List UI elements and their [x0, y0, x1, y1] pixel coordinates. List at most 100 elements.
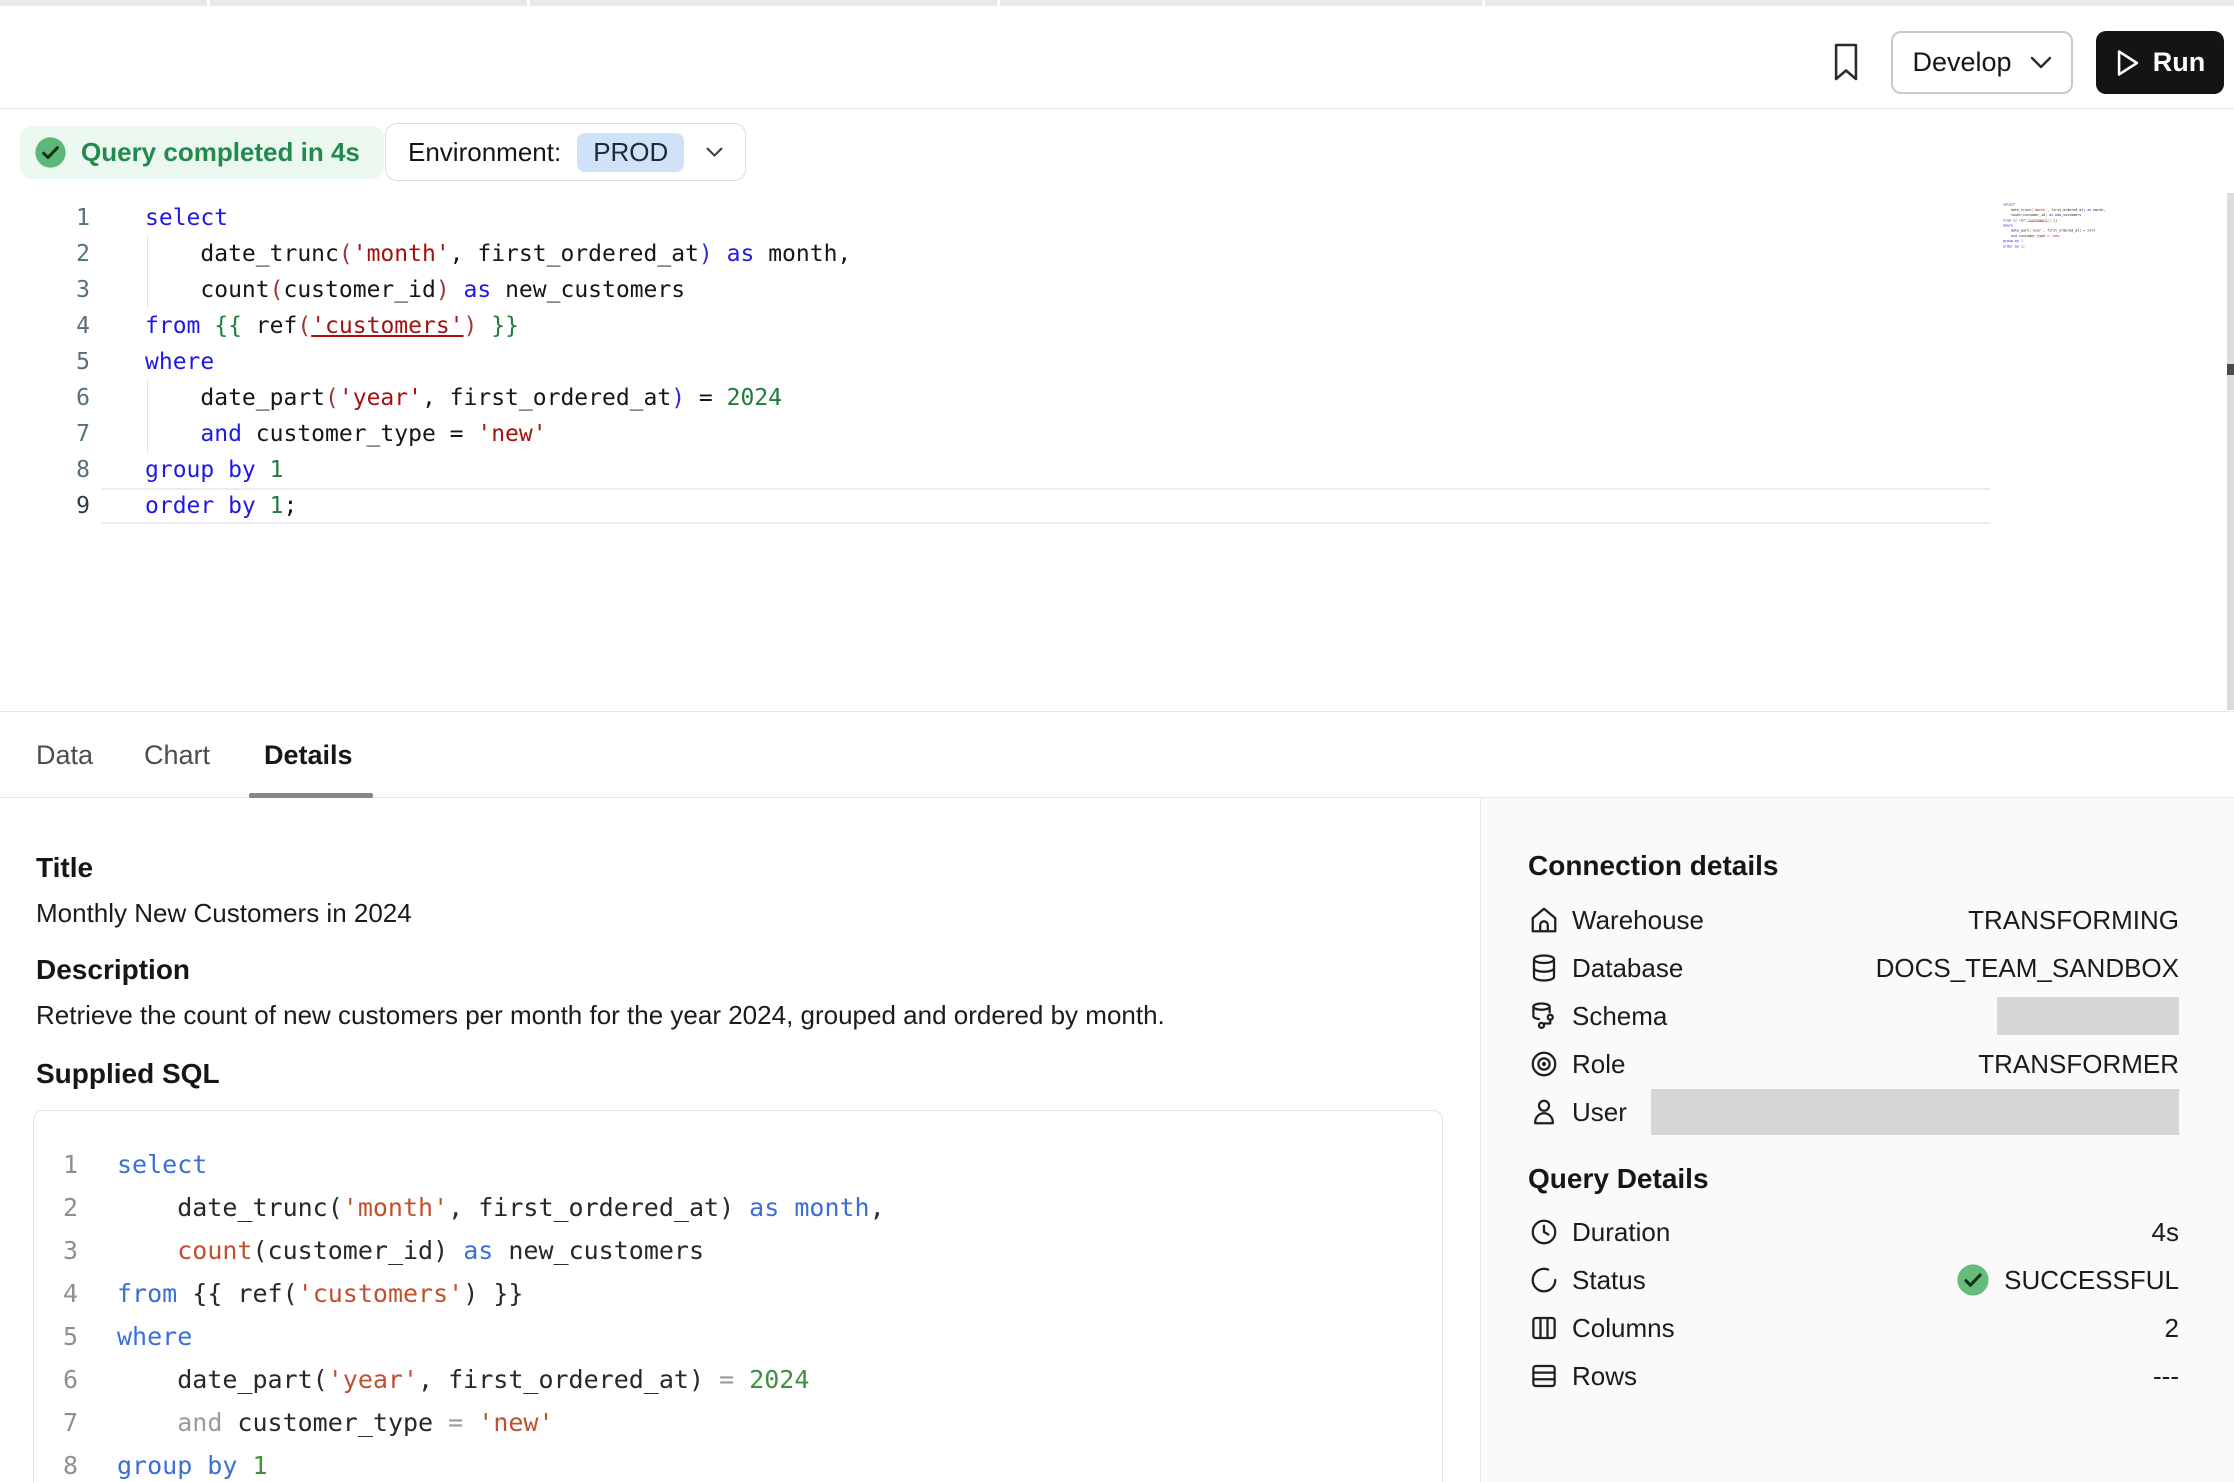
query-details-heading: Query Details: [1528, 1163, 1709, 1195]
environment-selector[interactable]: Environment: PROD: [385, 123, 746, 181]
tab-details[interactable]: Details: [264, 712, 353, 798]
connection-details-heading: Connection details: [1528, 850, 1778, 882]
status-row: Status SUCCESSFUL: [1528, 1256, 2179, 1304]
code-token: 'customers': [298, 1279, 464, 1308]
code-token: ) }}: [463, 1279, 523, 1308]
code-token: (: [325, 385, 339, 411]
schema-label: Schema: [1572, 1001, 1667, 1032]
code-token: ): [699, 241, 713, 267]
active-line-highlight: [102, 488, 1990, 524]
rows-label: Rows: [1572, 1361, 1637, 1392]
code-token: as: [749, 1193, 779, 1222]
code-line: 7 and customer_type = 'new': [34, 1401, 1442, 1444]
code-token: =: [448, 1408, 463, 1437]
code-token: [117, 1408, 177, 1437]
code-token: order by: [2003, 244, 2019, 248]
code-token: count: [2003, 213, 2021, 217]
code-token: date_trunc: [2003, 208, 2031, 212]
bookmark-button[interactable]: [1824, 40, 1868, 84]
code-token: , first_ordered_at): [448, 1193, 749, 1222]
play-icon: [2115, 49, 2141, 77]
line-number: 5: [34, 1315, 78, 1358]
tab-chart[interactable]: Chart: [144, 712, 210, 798]
code-token: , first_ordered_at: [450, 241, 699, 267]
code-token: 2024: [749, 1365, 809, 1394]
database-label: Database: [1572, 953, 1683, 984]
code-line: 5where: [0, 344, 1990, 380]
role-value: TRANSFORMER: [1978, 1049, 2179, 1080]
code-token: new_customers: [493, 1236, 704, 1265]
code-line: 8group by 1: [34, 1444, 1442, 1482]
code-token: customer_id: [283, 277, 435, 303]
code-token: ): [671, 385, 685, 411]
code-token: customer_id: [2023, 213, 2045, 217]
code-token: [200, 313, 214, 339]
code-token: date_part(: [117, 1365, 328, 1394]
code-token: from: [2003, 218, 2011, 222]
editor-scrollbar-thumb[interactable]: [2227, 364, 2234, 375]
editor-scrollbar-track[interactable]: [2227, 193, 2234, 710]
environment-value-badge: PROD: [577, 133, 684, 172]
code-line: 6 date_part('year', first_ordered_at) = …: [34, 1358, 1442, 1401]
code-token: (: [297, 313, 311, 339]
chevron-down-icon: [2030, 56, 2052, 70]
code-token: 'month': [353, 241, 450, 267]
code-token: [237, 1451, 252, 1480]
status-label: Status: [1572, 1265, 1646, 1296]
code-line: 1select: [34, 1143, 1442, 1186]
schema-icon: [1528, 1000, 1560, 1032]
code-token: customer_type: [222, 1408, 448, 1437]
code-line: order by 1;: [1995, 244, 2110, 249]
indent-guide: [147, 380, 148, 452]
query-status-pill: Query completed in 4s: [20, 126, 384, 179]
code-token: [463, 1408, 478, 1437]
code-token: group by: [145, 457, 256, 483]
code-token: (customer_id): [252, 1236, 463, 1265]
code-token: count: [177, 1236, 252, 1265]
active-tab-underline: [249, 793, 373, 798]
line-number: 8: [34, 1444, 78, 1482]
code-token: 'new': [2051, 234, 2061, 238]
line-number: 4: [0, 308, 90, 344]
code-token: ): [464, 313, 478, 339]
code-token: group by: [117, 1451, 237, 1480]
columns-icon: [1528, 1312, 1560, 1344]
editor-minimap[interactable]: select date_trunc('month', first_ordered…: [1995, 202, 2110, 254]
code-token: =: [685, 385, 727, 411]
columns-label: Columns: [1572, 1313, 1675, 1344]
code-token: ref: [2017, 218, 2025, 222]
warehouse-value: TRANSFORMING: [1968, 905, 2179, 936]
line-number: 8: [0, 452, 90, 488]
line-number: 5: [0, 344, 90, 380]
status-spinner-icon: [1528, 1264, 1560, 1296]
code-token: 1: [2021, 239, 2023, 243]
code-token: new_customers: [2053, 213, 2081, 217]
code-token: 2024: [727, 385, 782, 411]
duration-value: 4s: [2152, 1217, 2179, 1248]
title-value: Monthly New Customers in 2024: [36, 898, 412, 929]
code-token: order by: [145, 493, 256, 519]
check-circle-icon: [34, 136, 67, 169]
develop-dropdown-button[interactable]: Develop: [1891, 31, 2073, 94]
code-token: [734, 1365, 749, 1394]
sql-editor[interactable]: 1select2 date_trunc('month', first_order…: [0, 200, 1990, 524]
tab-data[interactable]: Data: [36, 712, 93, 798]
code-token: , first_ordered_at: [2043, 229, 2079, 233]
code-line: 2 date_trunc('month', first_ordered_at) …: [34, 1186, 1442, 1229]
code-token: [256, 457, 270, 483]
code-token: customer_type =: [242, 421, 477, 447]
rows-value: ---: [2153, 1361, 2179, 1392]
code-token: , first_ordered_at): [418, 1365, 719, 1394]
warehouse-icon: [1528, 904, 1560, 936]
code-token: [477, 313, 491, 339]
code-line: 4from {{ ref('customers') }}: [34, 1272, 1442, 1315]
code-token: month,: [754, 241, 851, 267]
duration-icon: [1528, 1216, 1560, 1248]
role-icon: [1528, 1048, 1560, 1080]
run-button[interactable]: Run: [2096, 31, 2224, 94]
code-token: select: [145, 205, 228, 231]
code-token: count: [145, 277, 270, 303]
code-token: 'customers': [311, 313, 463, 339]
code-token: date_trunc: [145, 241, 339, 267]
line-number: 2: [34, 1186, 78, 1229]
